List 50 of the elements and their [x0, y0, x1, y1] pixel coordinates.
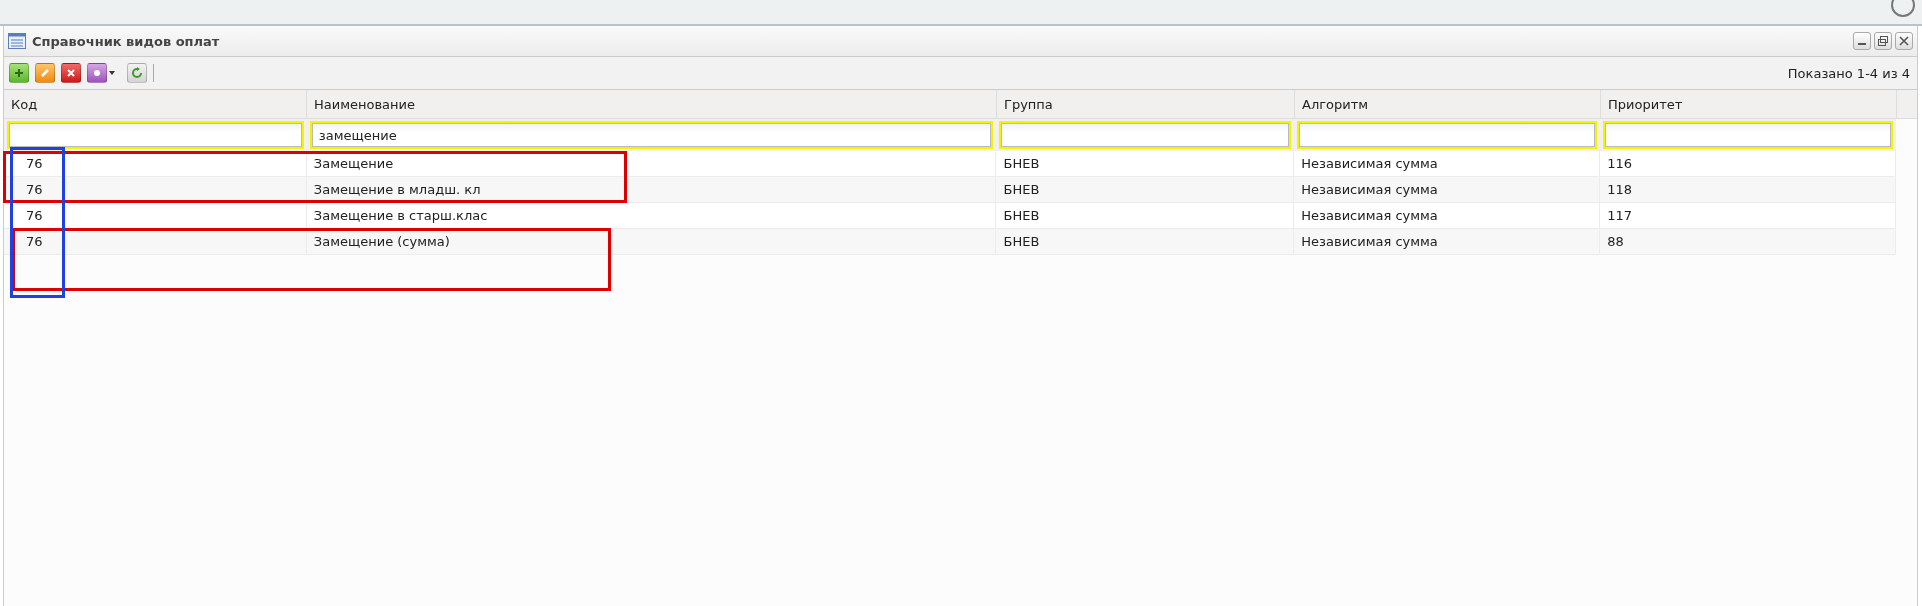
table-cell: БНЕВ — [996, 151, 1295, 176]
column-header[interactable]: Алгоритм — [1295, 90, 1601, 118]
table-cell: БНЕВ — [996, 203, 1295, 228]
window-title: Справочник видов оплат — [32, 33, 220, 49]
column-header[interactable]: Приоритет — [1601, 90, 1897, 118]
table-cell: Независимая сумма — [1294, 177, 1601, 202]
table-cell: Замещение (сумма) — [306, 229, 997, 254]
table-cell: 117 — [1600, 203, 1896, 228]
filter-field[interactable] — [1603, 121, 1893, 149]
settings-button[interactable] — [87, 63, 107, 83]
table-cell: 116 — [1600, 151, 1896, 176]
table-cell: Замещение в младш. кл — [306, 177, 997, 202]
restore-button[interactable] — [1874, 32, 1892, 50]
filter-field[interactable]: замещение — [309, 121, 994, 149]
table-cell: 76 — [4, 151, 307, 176]
table-cell: 76 — [4, 229, 307, 254]
table-cell: БНЕВ — [996, 229, 1295, 254]
table-cell: Независимая сумма — [1294, 229, 1601, 254]
table-cell: Замещение — [306, 151, 997, 176]
column-header[interactable]: Код — [4, 90, 307, 118]
plus-icon — [14, 68, 24, 78]
add-button[interactable] — [9, 63, 29, 83]
paging-status: Показано 1-4 из 4 — [1787, 65, 1910, 81]
pencil-icon — [40, 68, 50, 78]
table-cell: 76 — [4, 203, 307, 228]
close-button[interactable] — [1895, 32, 1913, 50]
edit-button[interactable] — [35, 63, 55, 83]
table-cell: Независимая сумма — [1294, 203, 1601, 228]
minimize-icon — [1858, 43, 1866, 45]
list-icon — [8, 33, 26, 49]
refresh-icon — [131, 67, 143, 79]
table-cell: 76 — [4, 177, 307, 202]
column-header[interactable]: Группа — [997, 90, 1295, 118]
close-icon — [1898, 35, 1910, 47]
filter-field[interactable] — [1297, 121, 1598, 149]
filter-field[interactable] — [7, 121, 304, 149]
filter-field[interactable] — [999, 121, 1292, 149]
minimize-button[interactable] — [1853, 32, 1871, 50]
table-cell: 118 — [1600, 177, 1896, 202]
settings-icon — [92, 68, 102, 78]
delete-button[interactable] — [61, 63, 81, 83]
refresh-button[interactable] — [127, 63, 147, 83]
restore-icon — [1877, 35, 1889, 47]
table-cell: Независимая сумма — [1294, 151, 1601, 176]
table-cell: БНЕВ — [996, 177, 1295, 202]
table-cell: Замещение в старш.клас — [306, 203, 997, 228]
column-header[interactable]: Наименование — [307, 90, 997, 118]
caret-icon[interactable] — [109, 71, 115, 75]
table-cell: 88 — [1600, 229, 1896, 254]
cross-icon — [66, 68, 76, 78]
